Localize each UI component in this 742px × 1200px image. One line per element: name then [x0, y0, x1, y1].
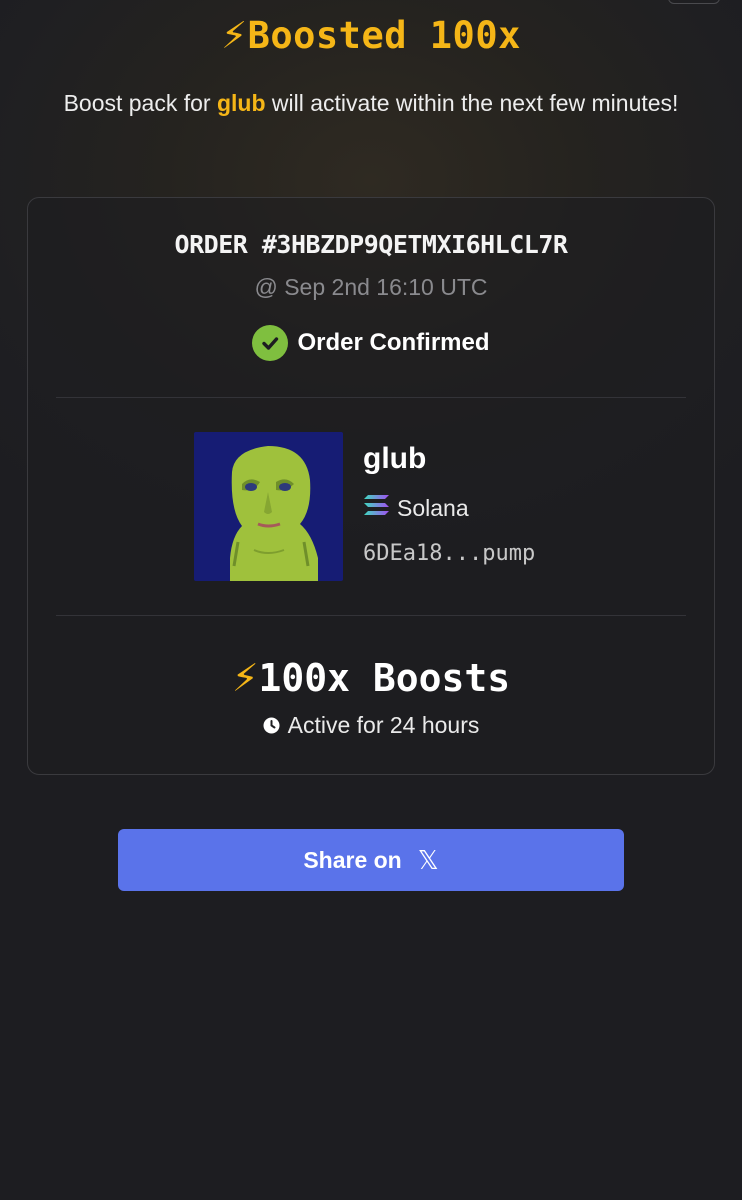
divider — [56, 397, 686, 398]
token-name: glub — [363, 442, 427, 475]
duration-label: Active for 24 hours — [287, 712, 480, 738]
divider — [56, 615, 686, 616]
order-timestamp: @ Sep 2nd 16:10 UTC — [254, 274, 488, 300]
chain-label: Solana — [397, 494, 469, 521]
subtitle-prefix: Boost pack for — [63, 90, 217, 116]
boost-duration: Active for 24 hours — [28, 712, 714, 739]
solana-icon — [363, 494, 390, 522]
lightning-icon: ⚡ — [221, 14, 248, 57]
token-avatar — [194, 432, 343, 581]
share-label: Share on — [303, 846, 402, 873]
order-status: Order Confirmed — [28, 325, 714, 361]
check-circle-icon — [252, 325, 289, 361]
order-card: ORDER #3HBZDP9QETMXI6HLCL7R @ Sep 2nd 16… — [27, 197, 715, 775]
page-title: ⚡Boosted 100x — [0, 14, 742, 57]
token-chain: Solana — [363, 494, 469, 522]
clock-icon — [263, 717, 280, 734]
boost-amount: ⚡100x Boosts — [28, 656, 714, 700]
order-id: ORDER #3HBZDP9QETMXI6HLCL7R — [174, 230, 568, 259]
token-address[interactable]: 6DEa18...pump — [363, 541, 535, 566]
x-logo-icon: 𝕏 — [417, 844, 439, 875]
status-label: Order Confirmed — [297, 329, 490, 356]
token-highlight: glub — [216, 90, 266, 116]
subtitle-suffix: will activate within the next few minute… — [265, 90, 679, 116]
boost-label: 100x Boosts — [258, 656, 511, 700]
title-text: Boosted 100x — [247, 14, 521, 57]
close-button[interactable] — [668, 0, 720, 4]
lightning-icon: ⚡ — [231, 656, 259, 700]
activation-message: Boost pack for glub will activate within… — [60, 86, 682, 120]
share-on-x-button[interactable]: Share on 𝕏 — [118, 829, 624, 891]
